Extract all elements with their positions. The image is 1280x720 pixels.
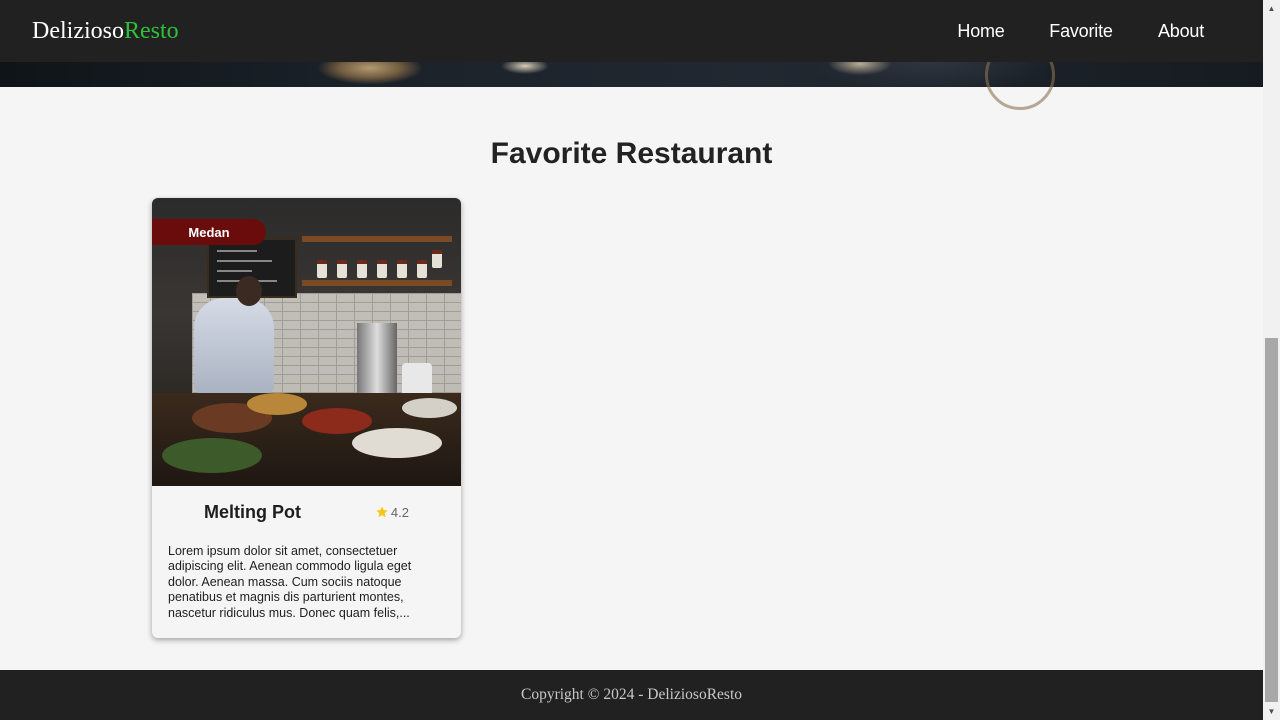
nav-home-link[interactable]: Home [931, 11, 1031, 52]
scroll-up-arrow-icon[interactable]: ▲ [1263, 0, 1280, 17]
main-content: Favorite Restaurant Medan Melting Pot 4.… [0, 87, 1263, 638]
restaurant-name[interactable]: Melting Pot [204, 502, 301, 523]
brand-name-accent: Resto [123, 17, 179, 44]
scroll-down-arrow-icon[interactable]: ▼ [1263, 703, 1280, 720]
nav-about-link[interactable]: About [1131, 11, 1231, 52]
nav-links: Home Favorite About [931, 11, 1231, 52]
vertical-scrollbar[interactable]: ▲ ▼ [1263, 0, 1280, 720]
brand-logo[interactable]: DeliziosoResto [32, 18, 179, 45]
image-chef [194, 298, 274, 393]
image-coffee-machine [357, 323, 397, 403]
star-icon [376, 506, 388, 518]
restaurant-card[interactable]: Medan Melting Pot 4.2 Lorem ipsum dolor … [152, 198, 461, 638]
brand-name-main: Delizioso [32, 17, 124, 44]
city-badge: Medan [152, 219, 266, 245]
footer: Copyright © 2024 - DeliziosoResto [0, 670, 1263, 720]
restaurant-description: Lorem ipsum dolor sit amet, consectetuer… [168, 544, 412, 620]
rating-value: 4.2 [390, 504, 409, 520]
rating: 4.2 [375, 505, 409, 520]
image-shelf-bottom [302, 280, 452, 286]
page-title: Favorite Restaurant [490, 137, 773, 170]
card-header: Melting Pot 4.2 [152, 502, 461, 522]
image-shelf-top [302, 236, 452, 242]
restaurant-image: Medan [152, 198, 461, 486]
navbar: DeliziosoResto Home Favorite About [0, 0, 1263, 62]
nav-favorite-link[interactable]: Favorite [1031, 11, 1131, 52]
copyright-text: Copyright © 2024 - DeliziosoResto [520, 686, 742, 703]
scroll-thumb[interactable] [1265, 338, 1278, 702]
